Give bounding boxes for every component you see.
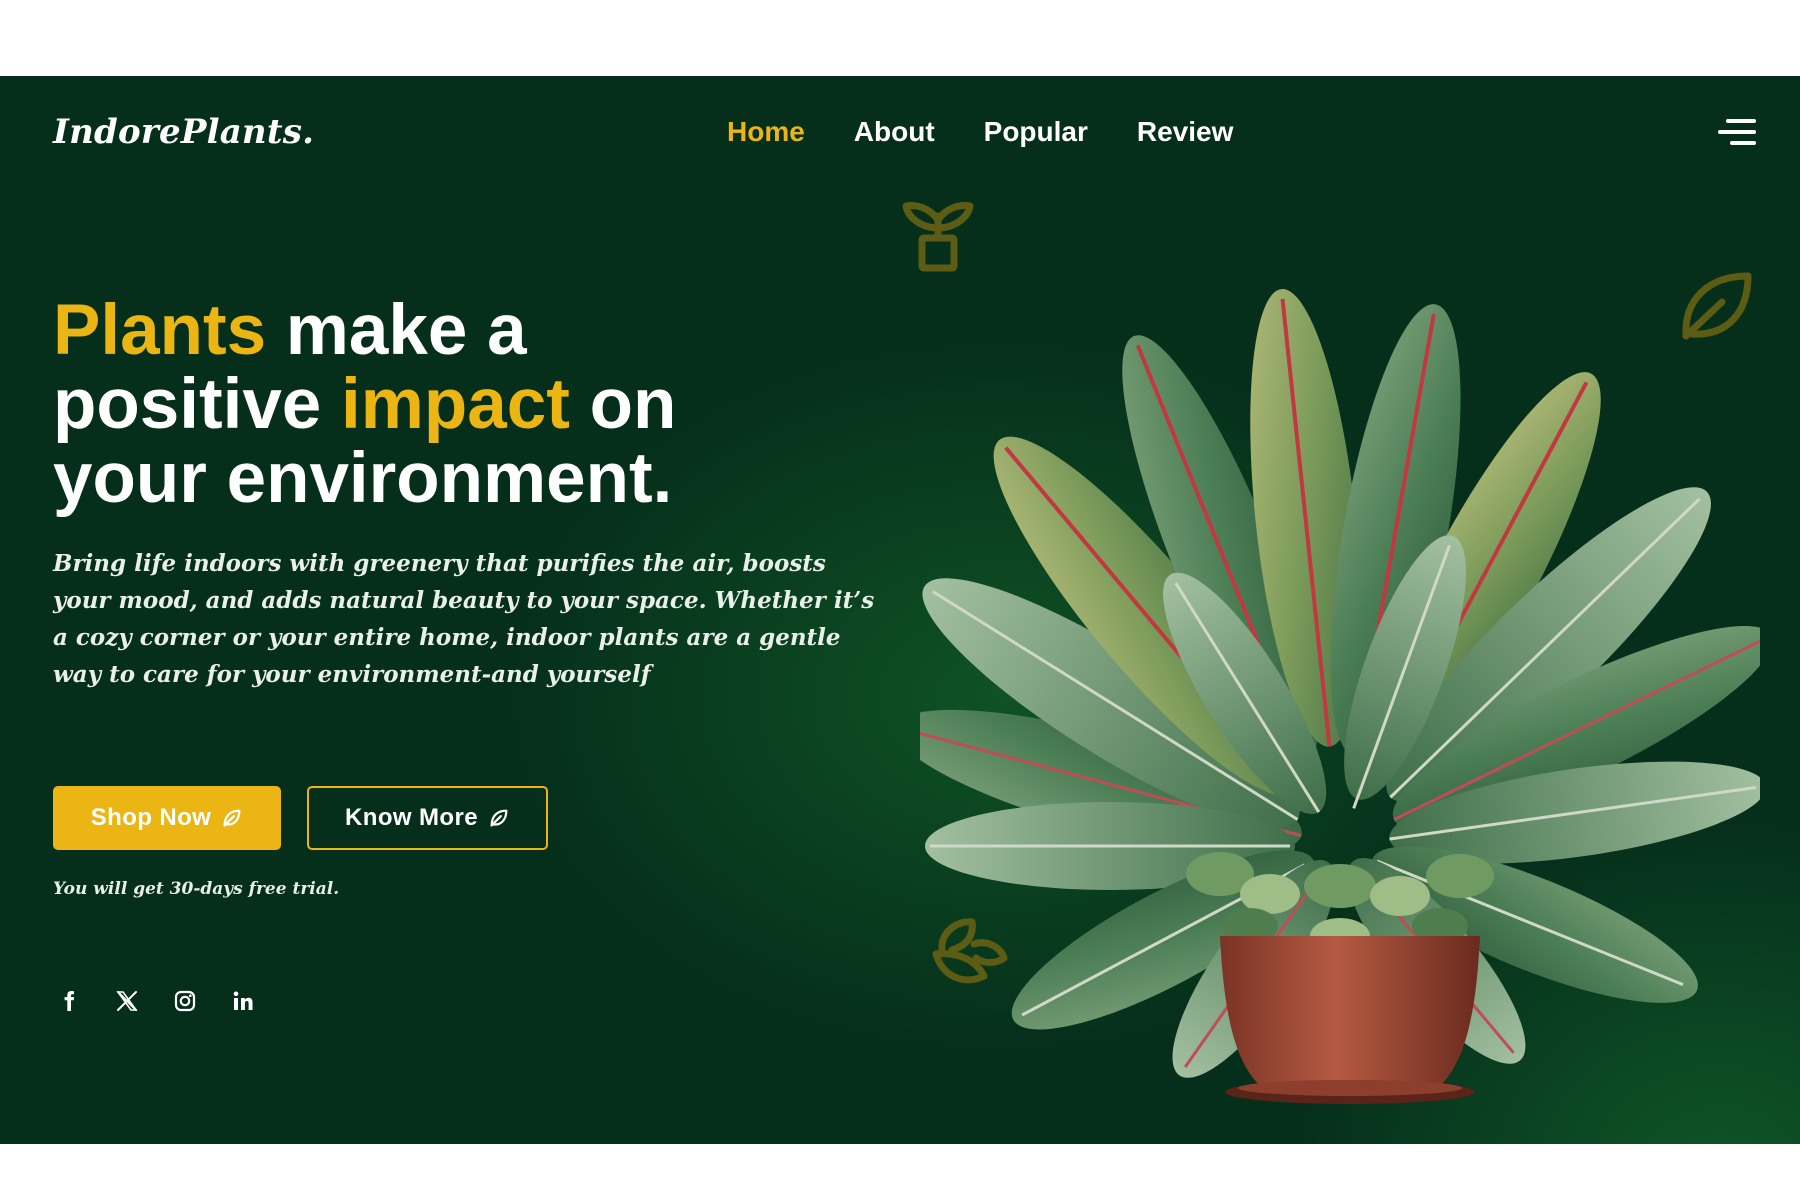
hero-description: Bring life indoors with greenery that pu… — [53, 550, 875, 688]
hero-title: Plants make a positive impact on your en… — [53, 294, 773, 516]
nav-item-popular[interactable]: Popular — [984, 116, 1088, 148]
hero-title-part-4: your environment. — [53, 439, 673, 518]
main-nav: Home About Popular Review — [727, 116, 1282, 148]
brand-logo[interactable]: IndorePlants. — [53, 112, 314, 152]
know-more-label: Know More — [345, 804, 478, 831]
potted-plant-image — [920, 289, 1760, 1104]
hero-title-part-2: positive — [53, 365, 342, 444]
instagram-icon[interactable] — [172, 988, 198, 1014]
nav-item-review[interactable]: Review — [1137, 116, 1234, 148]
social-links — [56, 988, 256, 1014]
know-more-button[interactable]: Know More — [307, 786, 548, 850]
facebook-icon[interactable] — [56, 988, 82, 1014]
linkedin-icon[interactable] — [230, 988, 256, 1014]
hero-section: IndorePlants. Home About Popular Review — [0, 76, 1800, 1144]
hero-title-highlight-impact: impact — [341, 365, 570, 444]
nav-item-about[interactable]: About — [854, 116, 935, 148]
shop-now-button[interactable]: Shop Now — [53, 786, 281, 850]
trial-note: You will get 30-days free trial. — [53, 879, 340, 899]
hero-title-part-3: on — [569, 365, 677, 444]
leaf-icon — [223, 809, 241, 827]
nav-item-home[interactable]: Home — [727, 116, 805, 148]
shop-now-label: Shop Now — [90, 804, 212, 831]
hamburger-menu-icon[interactable] — [1718, 115, 1756, 149]
x-twitter-icon[interactable] — [114, 988, 140, 1014]
hero-title-highlight-plants: Plants — [53, 291, 267, 370]
hero-title-part-1: make a — [266, 291, 527, 370]
leaf-icon — [490, 809, 508, 827]
